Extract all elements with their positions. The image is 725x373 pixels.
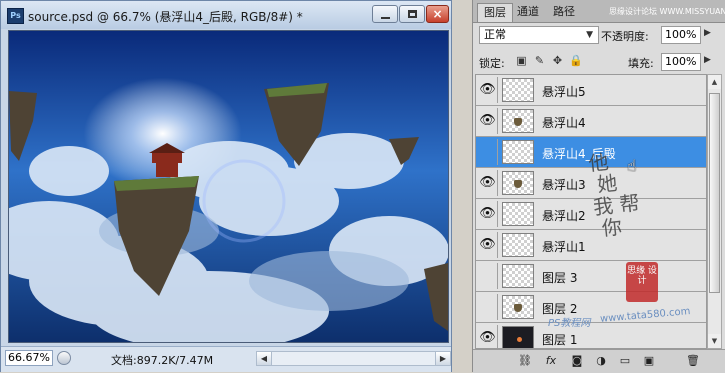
layer-row-悬浮山5[interactable]: 👁 悬浮山5 [476,75,706,106]
minimize-button[interactable] [372,5,398,23]
eye-icon[interactable]: 👁 [478,232,498,258]
eye-icon[interactable]: 👁 [478,201,498,227]
layer-thumbnail [502,295,534,319]
layer-row-图层3[interactable]: 图层 3 [476,261,706,292]
tab-layers[interactable]: 图层 [477,3,513,22]
lock-all-icon[interactable]: 🔒 [569,54,583,67]
adjustment-icon[interactable]: ◑ [593,353,609,369]
document-canvas[interactable] [8,30,449,343]
layer-thumbnail [502,109,534,133]
eye-toggle-empty[interactable] [478,263,498,289]
lock-position-icon[interactable]: ✥ [551,54,564,67]
tab-paths[interactable]: 路径 [547,3,581,22]
eye-icon[interactable]: 👁 [478,170,498,196]
layer-name: 图层 3 [542,271,578,285]
blend-mode-value: 正常 [484,28,506,41]
layer-name: 悬浮山5 [542,85,586,99]
fill-field[interactable]: 100% [661,53,701,71]
maximize-button[interactable] [399,5,425,23]
ps-site-watermark: PS教程网 [548,318,591,329]
scroll-left-icon[interactable]: ◀ [257,352,272,365]
scroll-up-icon[interactable]: ▲ [708,75,721,89]
layer-thumbnail [502,171,534,195]
eye-toggle-empty[interactable] [478,139,498,165]
eye-toggle-empty[interactable] [478,294,498,320]
close-button[interactable]: × [426,5,449,23]
canvas-image [9,31,448,342]
maximize-icon [408,10,417,18]
document-size-info: 文档:897.2K/7.47M [111,354,214,367]
fill-label: 填充: [628,57,654,70]
eye-icon[interactable]: 👁 [478,108,498,134]
opacity-field[interactable]: 100% [661,26,701,44]
layer-thumbnail [502,140,534,164]
opacity-label: 不透明度: [601,30,649,43]
layer-name: 悬浮山1 [542,240,586,254]
photoshop-app-icon: Ps [7,8,24,24]
scroll-right-icon[interactable]: ▶ [435,352,450,365]
group-icon[interactable]: ▭ [617,353,633,369]
layers-panel-footer: ⛓ fx ◙ ◑ ▭ ▣ 🗑 [473,349,725,373]
layer-thumbnail [502,78,534,102]
layer-name: 图层 1 [542,333,578,347]
document-title-bar[interactable]: Ps source.psd @ 66.7% (悬浮山4_后殿, RGB/8#) … [1,1,451,29]
eye-icon[interactable]: 👁 [478,77,498,103]
tab-channels[interactable]: 通道 [511,3,545,22]
chevron-down-icon: ▼ [586,30,593,40]
seal-stamp: 思缘 设计 [626,262,658,302]
document-window: Ps source.psd @ 66.7% (悬浮山4_后殿, RGB/8#) … [0,0,452,372]
forum-watermark: 思缘设计论坛 WWW.MISSYUAN.COM [609,7,725,16]
mask-icon[interactable]: ◙ [569,353,585,369]
rock-thumbnail-mark [514,118,522,126]
minimize-icon [381,17,390,19]
link-icon[interactable]: ⛓ [517,353,533,369]
layer-thumbnail [502,233,534,257]
hand-cursor-icon: ☝ [627,156,637,175]
lock-label: 锁定: [479,57,505,70]
layers-vertical-scrollbar[interactable]: ▲ ▼ [707,74,722,349]
status-menu-button[interactable] [57,351,71,365]
trash-icon[interactable]: 🗑 [685,353,701,369]
layer-name: 悬浮山3 [542,178,586,192]
close-icon: × [432,7,443,21]
fill-slider-arrow-icon[interactable]: ▶ [704,55,711,65]
rock-thumbnail-mark [514,304,522,312]
new-layer-icon[interactable]: ▣ [641,353,657,369]
layer-thumbnail [502,326,534,348]
layer-thumbnail [502,202,534,226]
eye-icon[interactable]: 👁 [478,325,498,348]
glow-thumbnail-mark [517,337,522,342]
layer-row-悬浮山1[interactable]: 👁 悬浮山1 [476,230,706,261]
document-title: source.psd @ 66.7% (悬浮山4_后殿, RGB/8#) * [28,10,303,24]
scroll-down-icon[interactable]: ▼ [708,334,721,348]
layer-name: 悬浮山4 [542,116,586,130]
fx-icon[interactable]: fx [543,353,559,369]
layer-row-悬浮山4[interactable]: 👁 悬浮山4 [476,106,706,137]
lock-transparent-pixels-icon[interactable]: ▣ [515,54,528,67]
layer-name: 悬浮山2 [542,209,586,223]
layer-row-图层1[interactable]: 👁 图层 1 [476,323,706,348]
rock-thumbnail-mark [514,180,522,188]
lock-image-pixels-icon[interactable]: ✎ [533,54,546,67]
opacity-slider-arrow-icon[interactable]: ▶ [704,28,711,38]
status-bar: 66.67% 文档:897.2K/7.47M ◀ ▶ [1,346,451,372]
horizontal-scrollbar[interactable]: ◀ ▶ [256,351,451,366]
blend-mode-select[interactable]: 正常 ▼ [479,26,599,44]
layer-row-悬浮山2[interactable]: 👁 悬浮山2 [476,199,706,230]
layer-thumbnail [502,264,534,288]
panel-tabs: 图层 通道 路径 思缘设计论坛 WWW.MISSYUAN.COM [473,0,725,23]
zoom-level-field[interactable]: 66.67% [5,350,53,366]
scrollbar-thumb[interactable] [709,93,720,293]
